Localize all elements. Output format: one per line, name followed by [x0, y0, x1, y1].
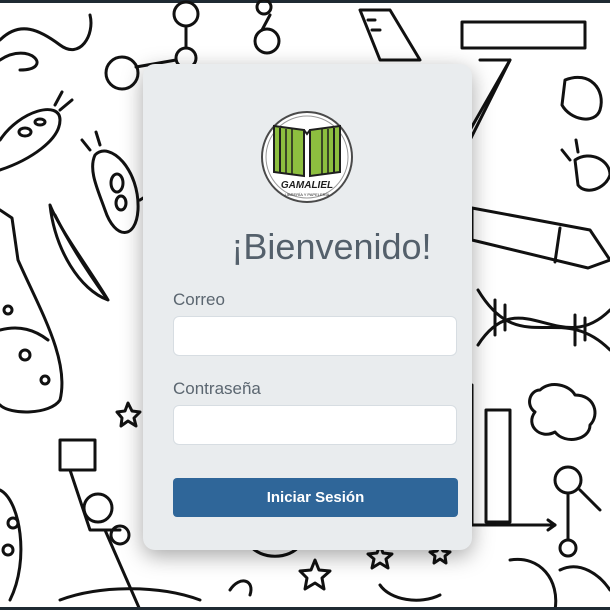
- password-label: Contraseña: [173, 379, 261, 398]
- email-field[interactable]: [173, 316, 457, 356]
- login-card: GAMALIEL LIBRERÍA Y PAPELERÍA ¡Bienvenid…: [143, 64, 472, 550]
- logo-tagline: LIBRERÍA Y PAPELERÍA: [285, 192, 330, 197]
- book-logo-icon: GAMALIEL LIBRERÍA Y PAPELERÍA: [261, 111, 353, 203]
- email-label: Correo: [173, 290, 225, 309]
- password-field[interactable]: [173, 405, 457, 445]
- welcome-title: ¡Bienvenido!: [231, 226, 432, 267]
- logo-name: GAMALIEL: [281, 180, 333, 191]
- gamaliel-logo: GAMALIEL LIBRERÍA Y PAPELERÍA: [260, 110, 354, 204]
- login-button[interactable]: Iniciar Sesión: [173, 478, 458, 517]
